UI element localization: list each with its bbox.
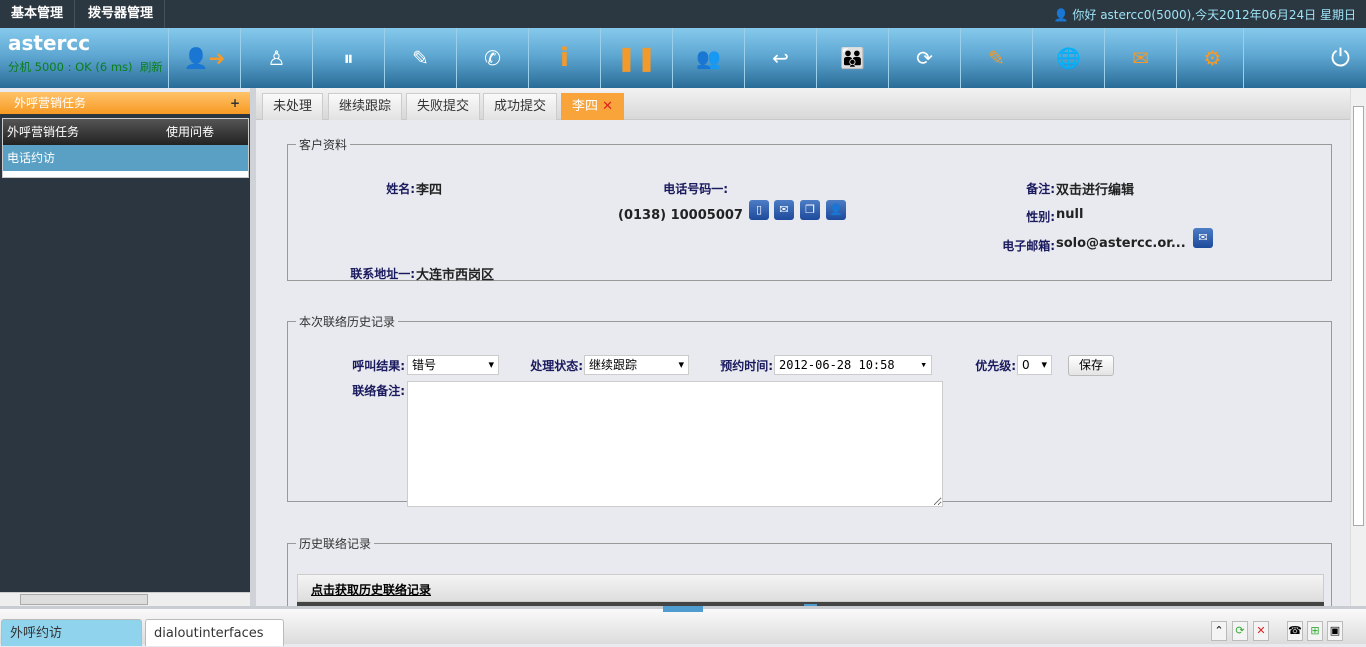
edit-note-icon[interactable]: ✎ [960, 28, 1032, 88]
phone-label: 电话号码一: [663, 182, 728, 196]
email-label: 电子邮箱: [1002, 239, 1055, 253]
bottom-tab-dialoutinterfaces[interactable]: dialoutinterfaces [145, 619, 284, 646]
toolbar: astercc 分机 5000 : OK (6 ms) 刷新 👤➜ ♙ ⏸ ✎ … [0, 28, 1366, 88]
mail-icon[interactable]: ✉ [1104, 28, 1176, 88]
menu-dialer-management[interactable]: 拨号器管理 [77, 0, 166, 28]
call-icon[interactable]: ✆ [456, 28, 528, 88]
info-icon[interactable]: i [528, 28, 600, 88]
remark-textarea[interactable] [407, 381, 943, 507]
name-value: 李四 [416, 183, 443, 198]
close-icon[interactable]: ✕ [602, 99, 613, 114]
call-result-select[interactable]: 错号 [407, 355, 499, 375]
phone-value: (0138) 10005007 [618, 208, 743, 223]
tab-follow-up[interactable]: 继续跟踪 [328, 93, 403, 120]
bottom-bar: 外呼约访 dialoutinterfaces ⌃ ⟳ ✕ ☎ ⊞ ▣ [0, 606, 1366, 646]
left-horizontal-scrollbar[interactable] [0, 592, 250, 606]
up-icon[interactable]: ⌃ [1211, 621, 1227, 641]
note-label: 备注: [1026, 182, 1055, 196]
note-value[interactable]: 双击进行编辑 [1056, 179, 1134, 198]
list-item-phone-visit[interactable]: 电话约访 [3, 145, 248, 171]
chat-icon[interactable]: ▣ [1327, 621, 1343, 641]
power-icon[interactable]: ⏻ [1243, 28, 1366, 88]
greeting: 👤 你好 astercc0(5000),今天2012年06月24日 星期日 [1053, 8, 1356, 22]
address-value: 大连市西岗区 [416, 268, 495, 283]
address-label: 联系地址一: [350, 267, 415, 281]
history-records: 历史联络记录 点击获取历史联络记录 |< << 1 >> >| [287, 535, 1332, 622]
tab-failed[interactable]: 失败提交 [406, 93, 481, 120]
left-panel [0, 114, 250, 592]
tab-unprocessed[interactable]: 未处理 [262, 93, 324, 120]
tab-bar: 未处理 继续跟踪 失败提交 成功提交 李四 ✕ [256, 88, 1350, 120]
reload-icon[interactable]: ⟳ [1232, 621, 1248, 641]
close-icon[interactable]: ✕ [1253, 621, 1269, 641]
send-email-icon[interactable]: ✉ [1193, 228, 1213, 248]
settings-icon[interactable]: ⚙ [1176, 28, 1248, 88]
refresh-icon[interactable]: ⟳ [888, 28, 960, 88]
extension-status: 分机 5000 : OK (6 ms) 刷新 [8, 60, 163, 74]
pause-icon[interactable]: ❚❚ [600, 28, 672, 88]
hold-user-icon[interactable]: ♙ [240, 28, 312, 88]
refresh-link[interactable]: 刷新 [140, 60, 163, 74]
top-bar: 基本管理 拨号器管理 👤 你好 astercc0(5000),今天2012年06… [0, 0, 1366, 28]
menu-basic-management[interactable]: 基本管理 [0, 0, 76, 28]
splitter[interactable] [250, 88, 256, 606]
user-icon: 👤 [1053, 8, 1069, 22]
globe-icon[interactable]: 🌐 [1032, 28, 1104, 88]
edit-icon[interactable]: ✎ [384, 28, 456, 88]
pause-box-icon[interactable]: ⏸ [312, 28, 384, 88]
group-icon[interactable]: 👪 [816, 28, 888, 88]
priority-select[interactable]: 0 [1017, 355, 1052, 375]
users-pair-icon[interactable]: 👥 [672, 28, 744, 88]
expand-icon[interactable]: + [230, 92, 240, 114]
collapse-handle[interactable] [663, 606, 703, 612]
phone-icon[interactable]: ☎ [1287, 621, 1303, 641]
add-icon[interactable]: ⊞ [1307, 621, 1323, 641]
status-select[interactable]: 继续跟踪 [584, 355, 689, 375]
sms-icon[interactable]: ✉ [774, 200, 794, 220]
transfer-contact-icon[interactable]: 👤 [826, 200, 846, 220]
customer-info: 客户资料 姓名: 李四 电话号码一: (0138) 10005007 ▯ ✉ ❐… [287, 136, 1332, 283]
task-list: 外呼营销任务 使用问卷 电话约访 [2, 118, 249, 178]
left-panel-header[interactable]: 外呼营销任务 + [0, 92, 250, 114]
vertical-scrollbar[interactable] [1350, 88, 1366, 606]
copy-icon[interactable]: ❐ [800, 200, 820, 220]
bottom-tab-phone-visit[interactable]: 外呼约访 [1, 619, 142, 646]
fetch-history-link[interactable]: 点击获取历史联络记录 [297, 574, 1324, 602]
brand: astercc [8, 31, 91, 55]
gender-value: null [1056, 207, 1084, 222]
name-label: 姓名: [386, 182, 415, 196]
email-value: solo@astercc.or... [1056, 236, 1186, 251]
list-item[interactable]: 外呼营销任务 使用问卷 [3, 119, 248, 145]
transfer-icon[interactable]: 👤➜ [168, 28, 240, 88]
tab-customer[interactable]: 李四 ✕ [561, 93, 625, 120]
save-button[interactable]: 保存 [1068, 355, 1114, 376]
mobile-call-icon[interactable]: ▯ [749, 200, 769, 220]
appointment-time-input[interactable]: 2012-06-28 10:58 [774, 355, 932, 375]
tab-success[interactable]: 成功提交 [483, 93, 558, 120]
reply-icon[interactable]: ↩ [744, 28, 816, 88]
gender-label: 性别: [1026, 210, 1055, 224]
contact-record: 本次联络历史记录 呼叫结果: 错号 处理状态: 继续跟踪 预约时间: 2012-… [287, 313, 1332, 507]
